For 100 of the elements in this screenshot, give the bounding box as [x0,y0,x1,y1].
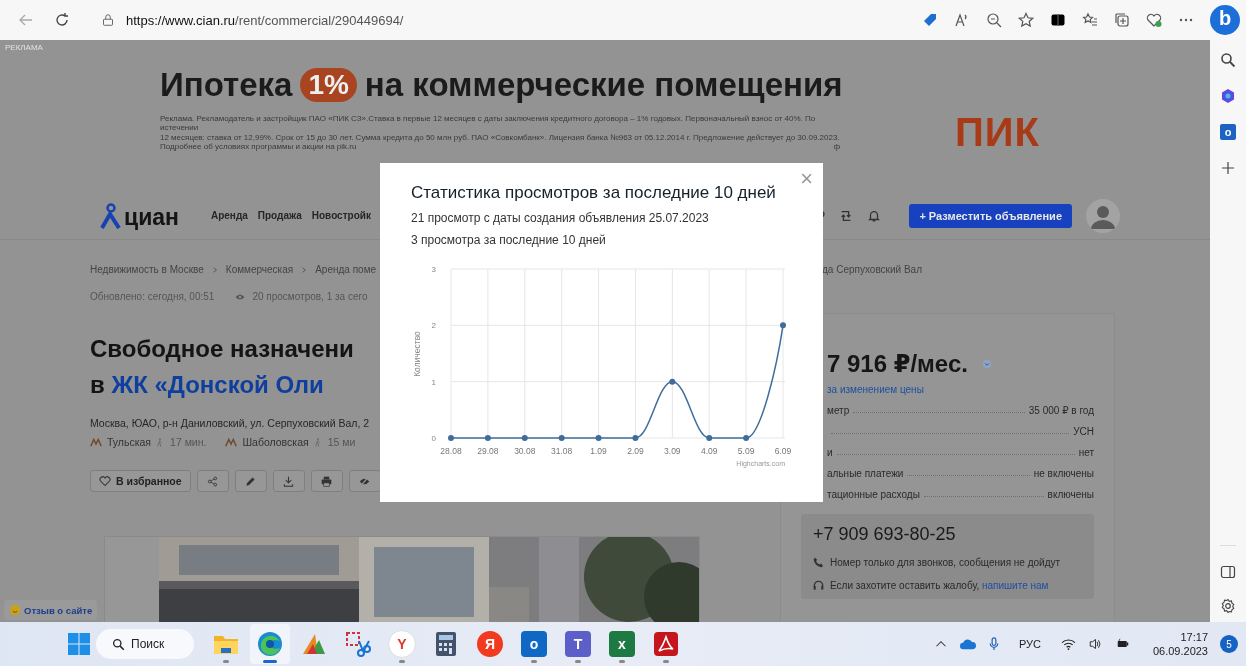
axis-tick-label: 4.09 [700,446,718,456]
stat-line: 3 просмотра за последние 10 дней [411,233,607,247]
wifi-icon[interactable] [1060,638,1076,650]
outlook-icon[interactable]: o [1220,124,1236,140]
complex-link[interactable]: ЖК «Донской Оли [111,371,324,398]
address: Москва, ЮАО, р-н Даниловский, ул. Серпуховский Вал, 2 [90,417,371,429]
print-button[interactable] [310,470,343,492]
clock-time[interactable]: 17:17 [1180,630,1208,644]
zoom-out-icon[interactable] [986,12,1002,28]
walk-time: 17 мин. [170,436,207,448]
sidebar-toggle-icon[interactable] [1220,564,1236,580]
axis-title: Количество [412,331,422,377]
phone-note: Номер только для звонков, сообщения не дойдут [830,557,1061,568]
walking-icon [313,436,323,448]
search-icon[interactable] [1220,52,1236,68]
breadcrumb-link[interactable]: Аренда поме [315,264,377,275]
data-point[interactable] [448,435,454,441]
taskbar-app[interactable]: o [514,624,554,664]
nav-link[interactable]: Продажа [257,210,302,221]
clock-date[interactable]: 06.09.2023 [1152,644,1208,658]
taskbar-app[interactable]: Y [382,624,422,664]
hidden-eye-icon [359,475,371,487]
compare-icon[interactable] [839,208,854,223]
data-point[interactable] [484,435,491,441]
copilot-button[interactable]: b [1210,5,1240,35]
cloud-icon[interactable] [958,638,977,650]
phone-icon [813,557,824,568]
percent-badge: 1% [300,68,357,102]
feedback-button[interactable]: Отзыв о сайте [4,600,98,620]
phone-number[interactable]: +7 909 693-80-25 [813,524,1082,545]
chevron-right-icon [211,265,218,274]
ad-disclaimer: 12 месяцев: ставка от 12,99%. Срок от 15 до 30 лет. Сумма кредита до 50 млн руб. ПАО «Совкомбанк». Лицензия банка №963 от 05.12.2014 г. Предложение действует до 30.09.2023. [160,132,840,142]
chart-icon [301,632,327,656]
bell-icon[interactable] [867,208,882,223]
outlook-icon: o [521,631,547,657]
microphone-icon[interactable] [988,637,999,651]
taskbar-app[interactable] [250,624,290,664]
data-point[interactable] [706,435,713,441]
data-point[interactable] [743,435,750,441]
headset-icon [813,580,824,591]
ad-disclaimer: Подробнее об условиях программы и акции на pik.ru [160,142,357,152]
settings-icon[interactable] [1220,598,1236,614]
ad-headline: Ипотека [160,66,293,104]
nav-link[interactable]: Новостройк [311,210,371,221]
taskbar-app[interactable]: x [602,624,642,664]
data-point[interactable] [558,435,565,441]
dialog-title: Статистика просмотров за последние 10 дней [411,183,777,203]
axis-tick-label: 28.08 [440,446,462,456]
tag-icon[interactable] [922,12,938,28]
hexagon-icon[interactable] [1220,88,1236,104]
address-bar[interactable]: https://www.cian.ru/rent/commercial/290449694/ [126,12,404,28]
axis-tick-label: 2 [431,321,436,331]
stat-line: 21 просмотр с даты создания объявления 25.07.2023 [411,211,710,225]
metro-station[interactable]: Шаболовская [242,436,309,448]
detail-value: 35 000 ₽ в год [1028,405,1094,416]
speaker-icon[interactable] [1087,638,1103,650]
taskbar-app[interactable]: T [558,624,598,664]
views-count[interactable]: 20 просмотров, 1 за сего [252,291,368,302]
language-indicator[interactable]: РУС [1018,638,1041,650]
favorites-icon[interactable] [1082,12,1098,28]
data-point[interactable] [595,435,602,441]
teams-icon: T [565,631,591,657]
add-icon[interactable] [1220,160,1236,176]
download-button[interactable] [272,470,305,492]
ad-disclaimer: ф [833,142,840,152]
axis-tick-label: 1 [431,377,436,387]
heart-icon [99,475,111,487]
data-point[interactable] [780,322,786,329]
collections-icon[interactable] [1114,12,1130,28]
nav-link[interactable]: Аренда [210,210,248,221]
hide-button[interactable] [348,470,381,492]
axis-tick-label: 3 [431,265,436,274]
edit-button[interactable] [234,470,267,492]
download-icon [283,475,295,487]
site-logo[interactable]: циан [100,202,179,229]
breadcrumb-link[interactable]: Недвижимость в Москве [90,264,204,275]
data-point[interactable] [632,435,639,441]
price-watch-link[interactable]: за изменением цены [827,384,1094,395]
breadcrumb-link[interactable]: Коммерческая [225,264,294,275]
favorite-button[interactable]: В избранное [90,470,191,492]
search-field[interactable]: Поиск [96,629,194,659]
calculator-icon [435,631,457,657]
start-icon[interactable] [68,633,90,655]
ad-disclaimer: Реклама. Рекламодатель и застройщик ПАО «ПИК СЗ».Ставка в первые 12 месяцев с даты заключения кредитного договора – 1% годовых. Первоначальный взнос от 40%. По истечении [160,113,817,133]
data-point[interactable] [521,435,528,441]
split-screen-icon[interactable] [1050,12,1066,28]
search-app-icon: Я [477,631,503,657]
data-point[interactable] [669,378,676,385]
axis-tick-label: 30.08 [514,446,536,456]
metro-station[interactable]: Тульская [107,436,152,448]
read-aloud-icon[interactable] [954,12,970,28]
post-ad-button[interactable]: + Разместить объявление [909,203,1072,228]
star-icon[interactable] [1018,12,1034,28]
refresh-icon[interactable] [54,12,70,28]
taskbar-app[interactable]: Я [470,624,510,664]
health-icon[interactable] [1146,12,1162,28]
detail-label: метр [827,405,850,416]
notification-badge[interactable]: 5 [1220,635,1238,653]
close-button[interactable]: × [796,166,817,192]
detail-label: тационные расходы [827,489,920,500]
